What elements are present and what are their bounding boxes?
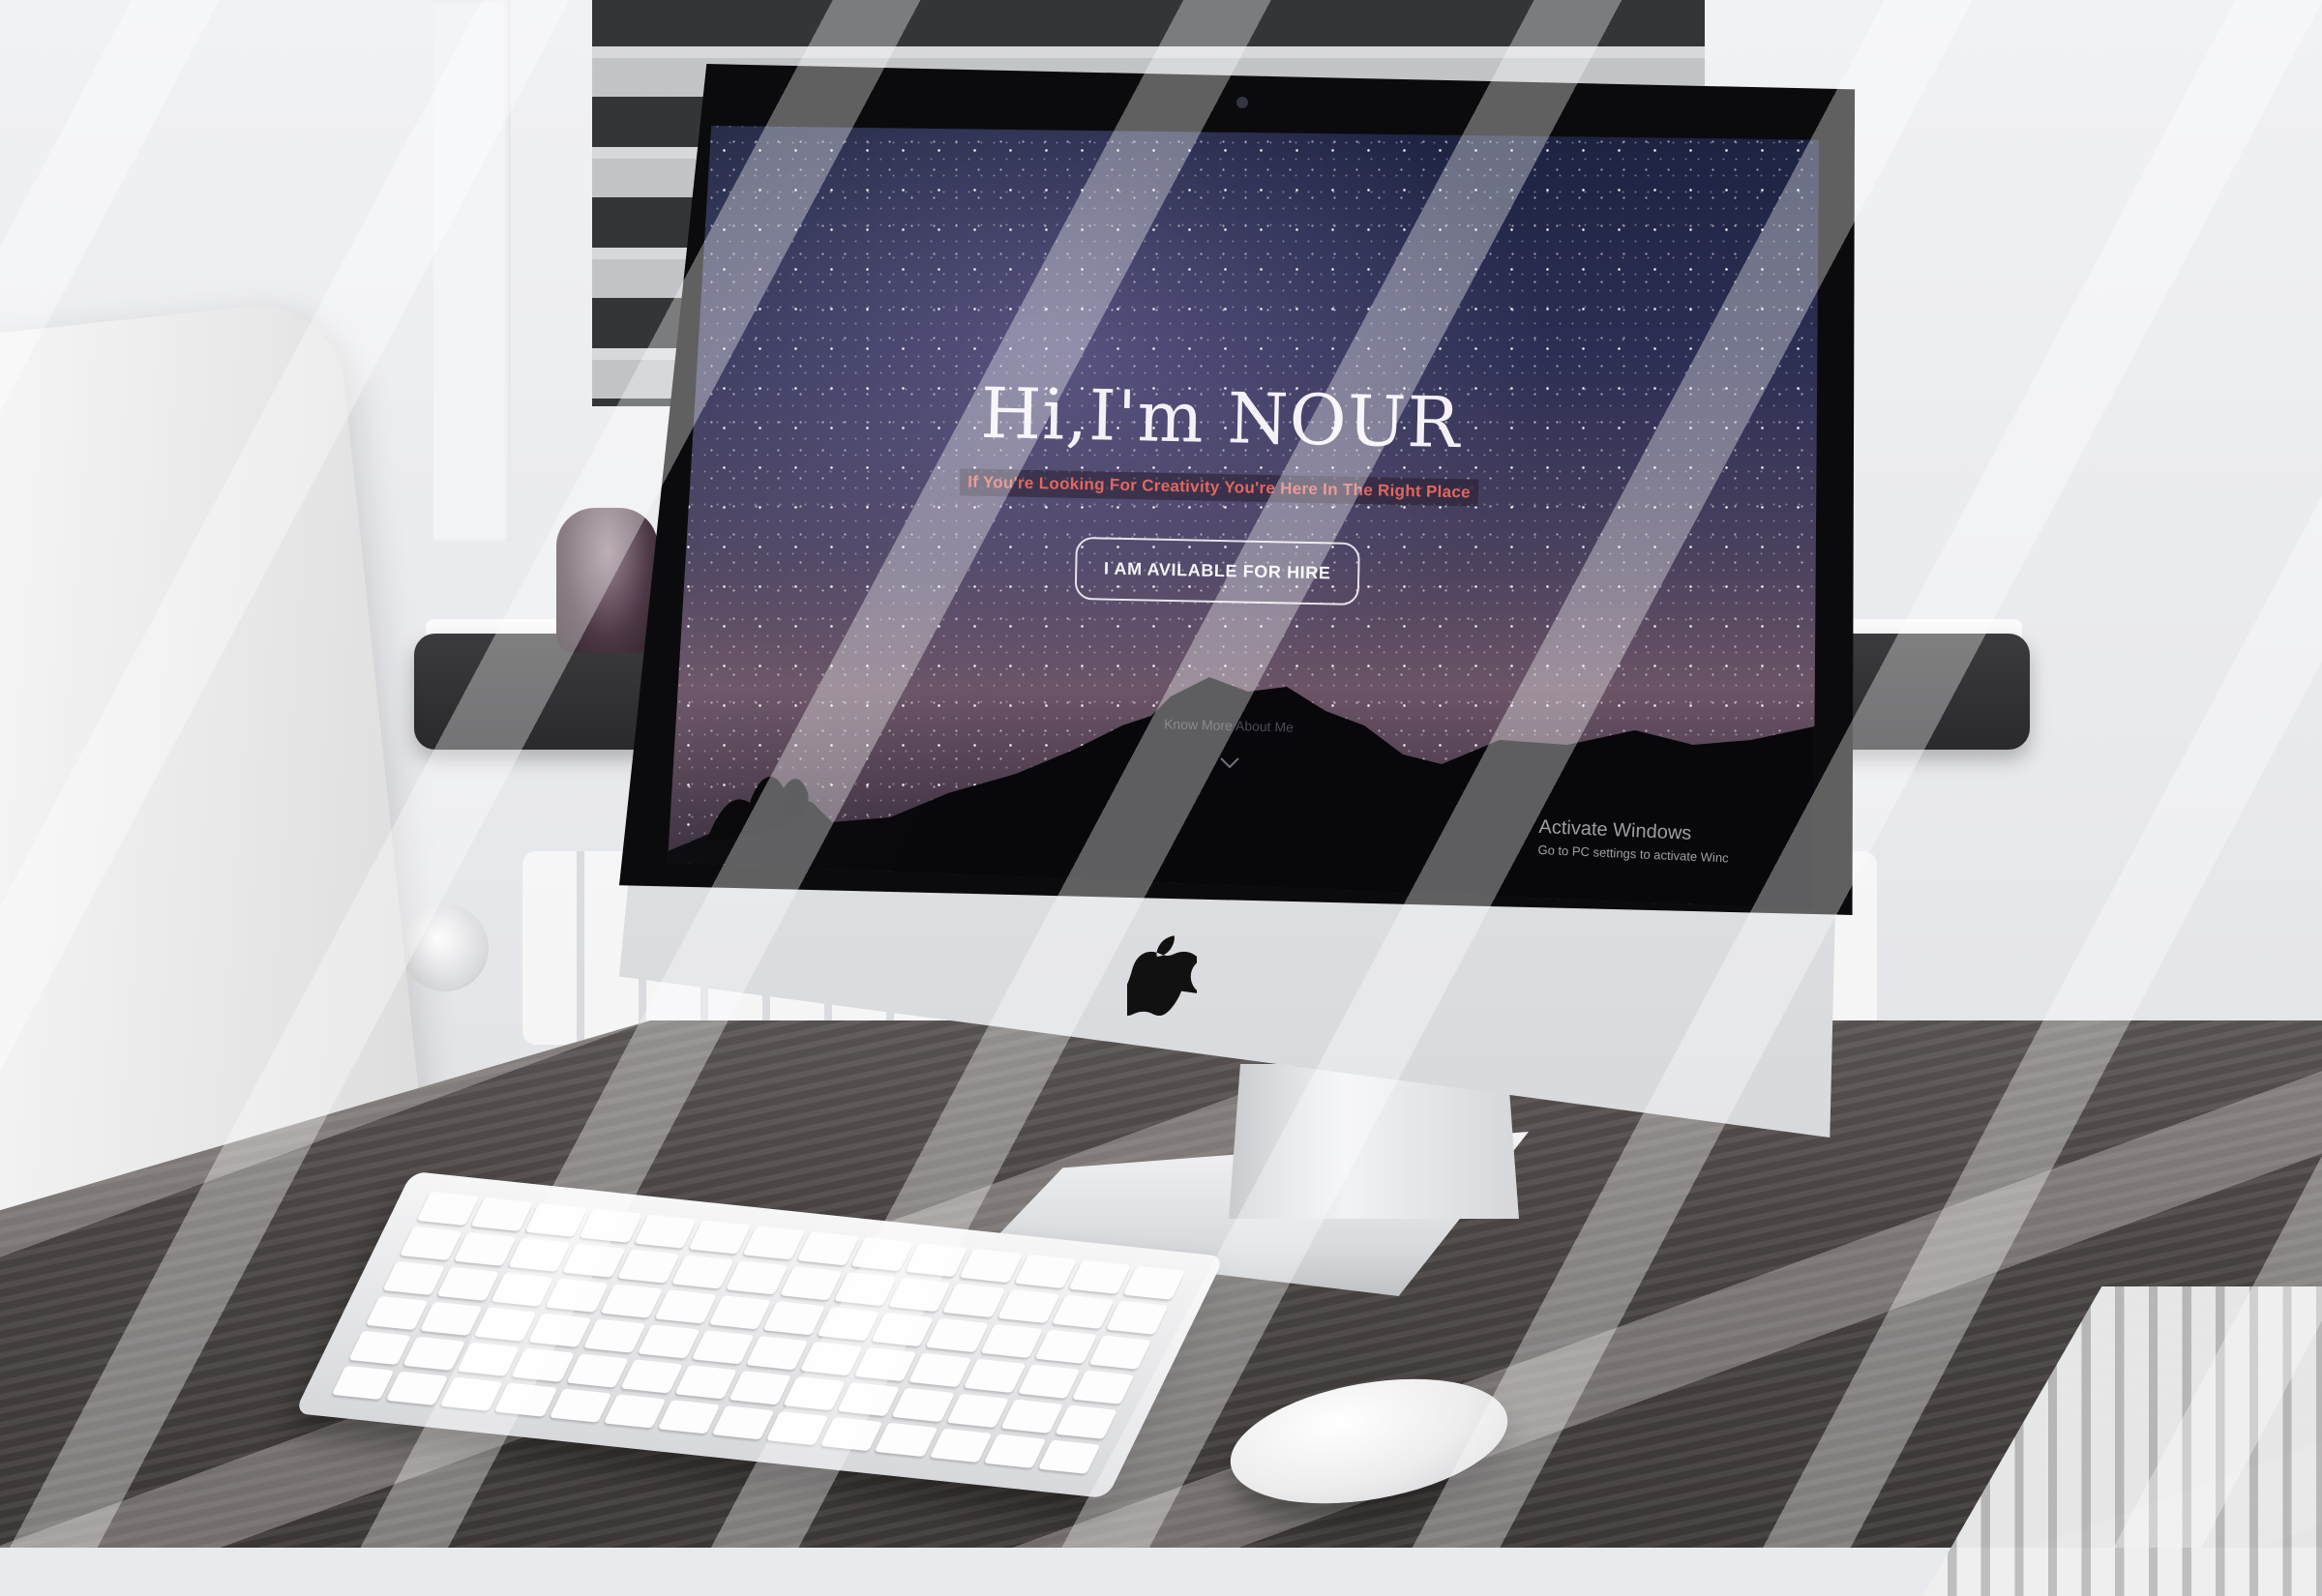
keyboard-key [834, 1272, 897, 1307]
keyboard-key [634, 1214, 697, 1249]
keyboard-key [620, 1359, 683, 1394]
keyboard-key [616, 1249, 680, 1284]
keyboard-key [905, 1242, 968, 1278]
keyboard-key [582, 1318, 646, 1353]
keyboard-key [654, 1289, 717, 1324]
keyboard-key [470, 1197, 534, 1231]
keyboard-key [440, 1376, 503, 1411]
keyboard-key [688, 1220, 752, 1255]
keyboard-key [600, 1284, 663, 1318]
keyboard-key [1068, 1259, 1132, 1294]
radiator-valve [402, 904, 489, 991]
hire-me-button[interactable]: I AM AVILABLE FOR HIRE [1074, 536, 1361, 606]
keyboard-key [670, 1255, 734, 1289]
keyboard-key [891, 1387, 955, 1423]
keyboard-key [454, 1231, 517, 1266]
keyboard-key [711, 1405, 775, 1440]
keyboard-key [402, 1336, 466, 1371]
keyboard-key [980, 1323, 1043, 1358]
keyboard-key [1122, 1265, 1186, 1300]
keyboard-key [457, 1342, 521, 1376]
keyboard-key [708, 1295, 772, 1330]
apple-logo-icon [1111, 929, 1204, 1016]
keyboard-key [783, 1376, 847, 1411]
keyboard-key [565, 1353, 629, 1388]
keyboard-key [875, 1422, 938, 1458]
keyboard-key [800, 1342, 863, 1376]
keyboard-key [549, 1388, 612, 1423]
keyboard-key [959, 1248, 1023, 1284]
candle-holder [556, 508, 658, 653]
keyboard-key [871, 1312, 935, 1347]
keyboard-key [382, 1260, 446, 1296]
window-frame [433, 0, 511, 542]
keyboard-key [494, 1382, 557, 1417]
keyboard-key [691, 1330, 755, 1365]
keyboard-key [399, 1226, 462, 1261]
keyboard-key [1088, 1335, 1152, 1370]
keyboard-key [1071, 1370, 1135, 1404]
keyboard-key [416, 1191, 480, 1227]
keyboard-key [562, 1243, 626, 1278]
keyboard-key [579, 1208, 642, 1243]
keyboard-key [637, 1324, 700, 1359]
keyboard-key [331, 1365, 395, 1401]
keyboard-key [983, 1433, 1047, 1468]
keyboard-key [491, 1272, 554, 1307]
keyboard-key [850, 1237, 914, 1272]
chevron-down-icon[interactable] [1219, 756, 1240, 770]
keyboard-key [963, 1358, 1027, 1393]
keyboard-key [385, 1371, 449, 1405]
keyboard-key [765, 1411, 829, 1446]
keyboard-key [1105, 1300, 1169, 1335]
keyboard-key [1034, 1329, 1097, 1364]
keyboard-key [1017, 1364, 1081, 1399]
keyboard-key [742, 1226, 806, 1260]
keyboard-key [420, 1301, 483, 1336]
keyboard-key [796, 1231, 860, 1266]
keyboard-key [745, 1336, 809, 1371]
keyboard-key [729, 1371, 792, 1405]
keyboard-key [348, 1330, 412, 1366]
keyboard-key [837, 1381, 901, 1417]
keyboard-key [929, 1428, 993, 1463]
keyboard-key [725, 1260, 789, 1295]
keyboard-key [674, 1365, 737, 1400]
keyboard-key [942, 1283, 1006, 1318]
keyboard-key [779, 1266, 843, 1301]
hero-section: Hi,I'm NOUR If You're Looking For Creati… [830, 369, 1609, 611]
keyboard-key [925, 1317, 989, 1353]
keyboard-key [1000, 1399, 1063, 1433]
keyboard-key [545, 1278, 609, 1313]
keyboard-key [524, 1202, 588, 1237]
keyboard-key [997, 1288, 1060, 1323]
keyboard-key [436, 1266, 500, 1301]
keyboard-key [474, 1307, 537, 1342]
keyboard-key [365, 1295, 429, 1331]
keyboard-key [528, 1313, 592, 1347]
keyboard-key [820, 1416, 883, 1452]
keyboard-key [908, 1352, 972, 1388]
keyboard-key [1055, 1404, 1117, 1439]
keyboard-key [762, 1301, 826, 1336]
keyboard-key [945, 1393, 1009, 1428]
browser-viewport: Hi,I'm NOUR If You're Looking For Creati… [668, 126, 1819, 909]
keyboard-key [817, 1307, 880, 1342]
keyboard-key [888, 1277, 952, 1313]
keyboard-key [1051, 1294, 1115, 1329]
keyboard-key [1014, 1254, 1077, 1288]
keyboard-key [511, 1347, 575, 1382]
keyboard-key [657, 1400, 721, 1434]
camera-icon [1236, 97, 1248, 108]
keyboard-key [1037, 1439, 1101, 1474]
keyboard-key [508, 1237, 572, 1272]
keyboard-key [854, 1346, 917, 1382]
keyboard-key [603, 1394, 667, 1429]
